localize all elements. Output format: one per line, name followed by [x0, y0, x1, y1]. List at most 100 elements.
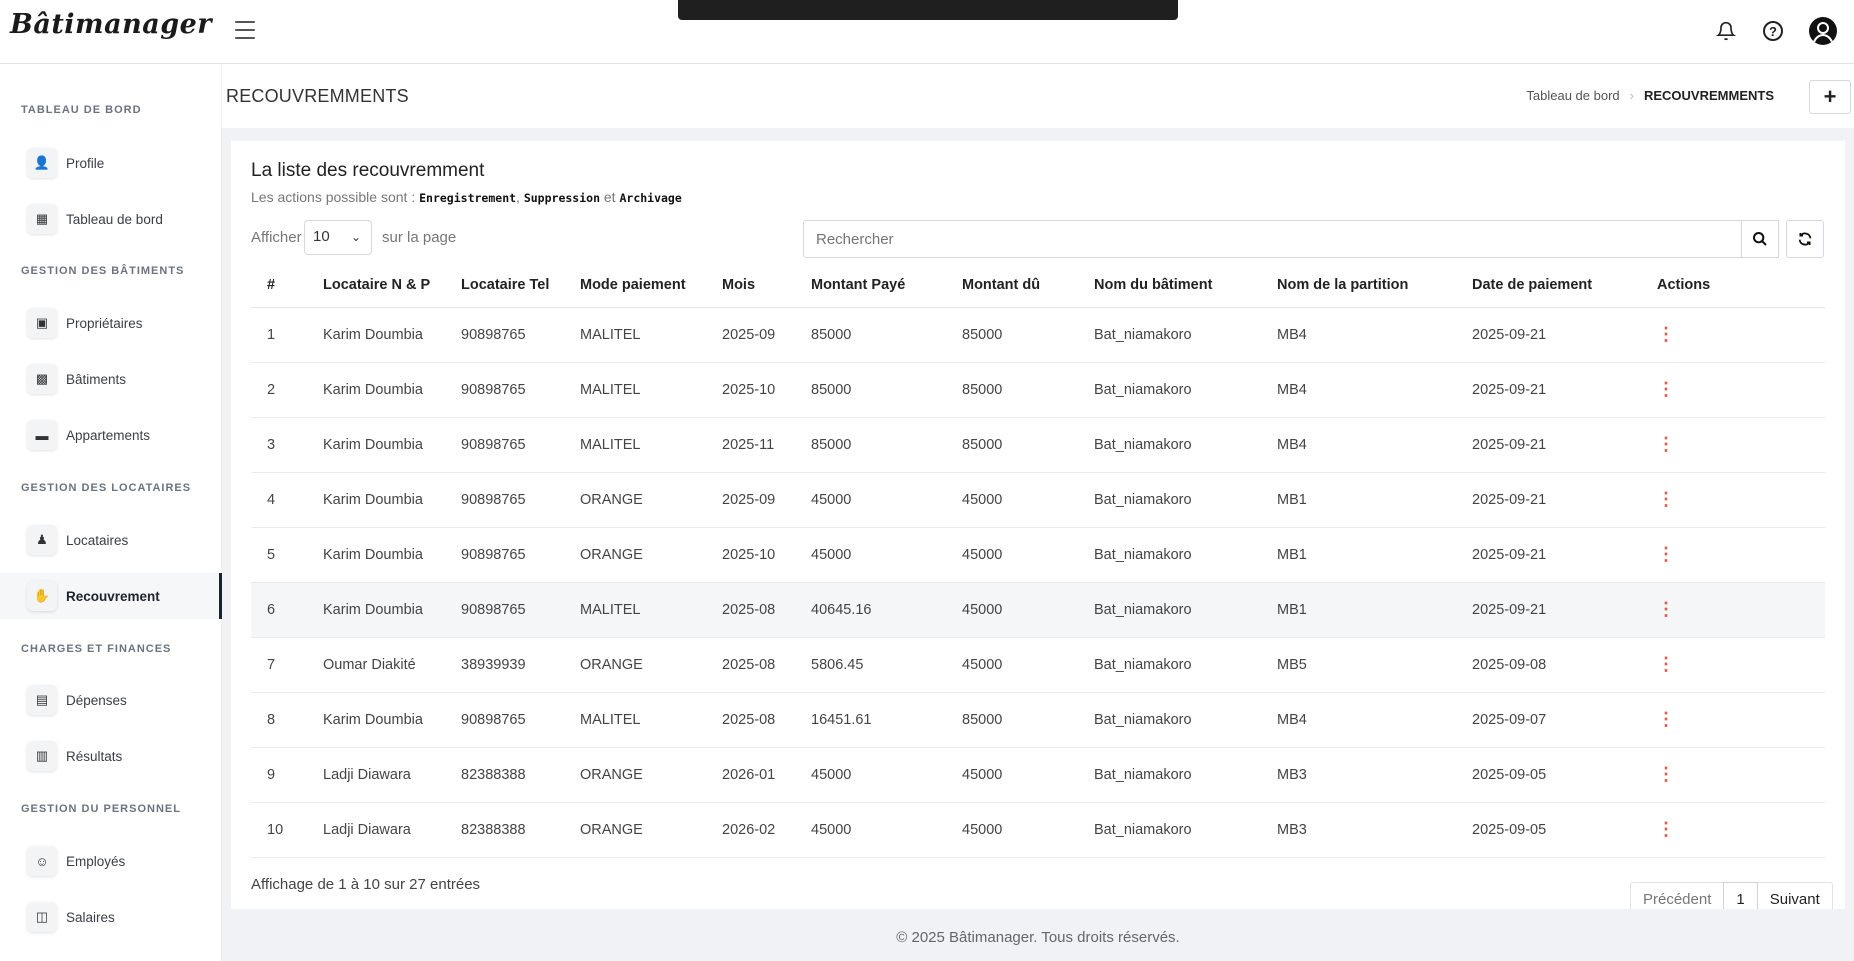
row-actions-kebab-icon[interactable]: ⋮ [1657, 764, 1675, 785]
chart-icon: ▥ [27, 741, 57, 771]
cell-tenant-tel: 90898765 [445, 582, 564, 638]
row-actions-kebab-icon[interactable]: ⋮ [1657, 709, 1675, 730]
row-actions-kebab-icon[interactable]: ⋮ [1657, 819, 1675, 840]
breadcrumb-dashboard-link[interactable]: Tableau de bord [1526, 88, 1619, 103]
cell-actions: ⋮ [1641, 527, 1825, 583]
cell-index: 6 [251, 582, 307, 638]
cell-payment-date: 2025-09-21 [1456, 417, 1641, 473]
table-row[interactable]: 7 Oumar Diakité 38939939 ORANGE 2025-08 5806.… [251, 637, 1825, 693]
table-header-row: # Locataire N & P Locataire Tel Mode pai… [251, 263, 1825, 308]
cell-month: 2025-10 [706, 527, 795, 583]
page-size-select[interactable]: 10 ⌄ [304, 220, 372, 255]
col-building: Nom du bâtiment [1078, 263, 1261, 308]
table-row[interactable]: 8 Karim Doumbia 90898765 MALITEL 2025-08 1645… [251, 692, 1825, 748]
table-row[interactable]: 3 Karim Doumbia 90898765 MALITEL 2025-11 8500… [251, 417, 1825, 473]
cell-amount-paid: 40645.16 [795, 582, 946, 638]
breadcrumb-current: RECOUVREMMENTS [1643, 88, 1774, 103]
cell-payment-mode: MALITEL [564, 692, 706, 748]
tenant-icon: ♟ [27, 525, 57, 555]
cell-payment-mode: ORANGE [564, 472, 706, 528]
payment-hand-icon: ✋ [27, 581, 57, 611]
cell-amount-due: 45000 [946, 472, 1078, 528]
table-row[interactable]: 6 Karim Doumbia 90898765 MALITEL 2025-08 4064… [251, 582, 1825, 638]
table-row[interactable]: 9 Ladji Diawara 82388388 ORANGE 2026-01 45000… [251, 747, 1825, 803]
cell-actions: ⋮ [1641, 802, 1825, 858]
col-tenant-name: Locataire N & P [307, 263, 445, 308]
cell-index: 4 [251, 472, 307, 528]
cell-amount-paid: 5806.45 [795, 637, 946, 693]
app-logo[interactable]: Bâtimanager [10, 9, 212, 40]
sidebar-item-apartments[interactable]: ▬ Appartements [0, 412, 222, 458]
cell-actions: ⋮ [1641, 362, 1825, 418]
cell-payment-date: 2025-09-05 [1456, 747, 1641, 803]
users-icon: ☺ [27, 846, 57, 876]
row-actions-kebab-icon[interactable]: ⋮ [1657, 489, 1675, 510]
sidebar-item-label: Propriétaires [66, 315, 143, 331]
sidebar-item-expenses[interactable]: ▤ Dépenses [0, 677, 222, 723]
table-row[interactable]: 1 Karim Doumbia 90898765 MALITEL 2025-09 8500… [251, 307, 1825, 363]
breadcrumb: Tableau de bord › RECOUVREMMENTS [1526, 88, 1774, 103]
search-button[interactable] [1741, 220, 1779, 258]
cell-actions: ⋮ [1641, 417, 1825, 473]
sidebar-item-recouvrement[interactable]: ✋ Recouvrement [0, 573, 222, 619]
row-actions-kebab-icon[interactable]: ⋮ [1657, 654, 1675, 675]
building-icon: ▩ [27, 364, 57, 394]
cell-amount-due: 85000 [946, 417, 1078, 473]
page-size-label: Afficher [251, 229, 302, 246]
cell-amount-paid: 85000 [795, 417, 946, 473]
search-icon [1753, 232, 1767, 246]
page-size-value: 10 [313, 228, 330, 245]
refresh-button[interactable] [1786, 220, 1824, 258]
menu-toggle-icon[interactable] [233, 18, 257, 42]
row-actions-kebab-icon[interactable]: ⋮ [1657, 324, 1675, 345]
sidebar-item-owners[interactable]: ▣ Propriétaires [0, 300, 222, 346]
cell-month: 2026-02 [706, 802, 795, 858]
table-row[interactable]: 2 Karim Doumbia 90898765 MALITEL 2025-10 8500… [251, 362, 1825, 418]
cell-payment-date: 2025-09-21 [1456, 527, 1641, 583]
add-button[interactable]: + [1809, 80, 1851, 114]
row-actions-kebab-icon[interactable]: ⋮ [1657, 544, 1675, 565]
sidebar-item-salaries[interactable]: ◫ Salaires [0, 894, 222, 940]
sidebar-item-tenants[interactable]: ♟ Locataires [0, 517, 222, 563]
table-row[interactable]: 5 Karim Doumbia 90898765 ORANGE 2025-10 45000… [251, 527, 1825, 583]
table-row[interactable]: 10 Ladji Diawara 82388388 ORANGE 2026-02 4500… [251, 802, 1825, 858]
search-input[interactable] [803, 220, 1765, 258]
cell-payment-mode: MALITEL [564, 582, 706, 638]
cell-building: Bat_niamakoro [1078, 747, 1261, 803]
sidebar-item-label: Recouvrement [66, 588, 160, 604]
sidebar-item-profile[interactable]: 👤 Profile [0, 140, 222, 186]
cell-tenant-name: Ladji Diawara [307, 802, 445, 858]
cell-month: 2025-08 [706, 582, 795, 638]
cell-building: Bat_niamakoro [1078, 527, 1261, 583]
row-actions-kebab-icon[interactable]: ⋮ [1657, 379, 1675, 400]
cell-building: Bat_niamakoro [1078, 362, 1261, 418]
cell-tenant-tel: 90898765 [445, 472, 564, 528]
cell-month: 2025-09 [706, 307, 795, 363]
cell-partition: MB4 [1261, 692, 1456, 748]
page-size-suffix: sur la page [382, 229, 457, 246]
cell-actions: ⋮ [1641, 747, 1825, 803]
sidebar-item-dashboard[interactable]: ▦ Tableau de bord [0, 196, 222, 242]
user-avatar-icon[interactable] [1809, 17, 1837, 45]
cell-amount-due: 85000 [946, 362, 1078, 418]
cell-tenant-tel: 90898765 [445, 307, 564, 363]
sidebar-item-employees[interactable]: ☺ Employés [0, 838, 222, 884]
list-card: La liste des recouvremment Les actions p… [231, 141, 1845, 916]
cell-index: 7 [251, 637, 307, 693]
row-actions-kebab-icon[interactable]: ⋮ [1657, 599, 1675, 620]
notification-bell-icon[interactable] [1713, 18, 1739, 44]
sidebar-item-results[interactable]: ▥ Résultats [0, 733, 222, 779]
cell-tenant-name: Karim Doumbia [307, 472, 445, 528]
main-content: RECOUVREMMENTS Tableau de bord › RECOUVR… [222, 64, 1854, 961]
cell-payment-mode: ORANGE [564, 802, 706, 858]
sidebar-item-buildings[interactable]: ▩ Bâtiments [0, 356, 222, 402]
cell-month: 2025-08 [706, 637, 795, 693]
help-icon[interactable]: ? [1760, 18, 1786, 44]
cell-partition: MB1 [1261, 582, 1456, 638]
table-row[interactable]: 4 Karim Doumbia 90898765 ORANGE 2025-09 45000… [251, 472, 1825, 528]
cell-payment-mode: ORANGE [564, 637, 706, 693]
sidebar-heading-finances: CHARGES ET FINANCES [21, 643, 172, 655]
cell-partition: MB4 [1261, 307, 1456, 363]
cell-building: Bat_niamakoro [1078, 802, 1261, 858]
row-actions-kebab-icon[interactable]: ⋮ [1657, 434, 1675, 455]
